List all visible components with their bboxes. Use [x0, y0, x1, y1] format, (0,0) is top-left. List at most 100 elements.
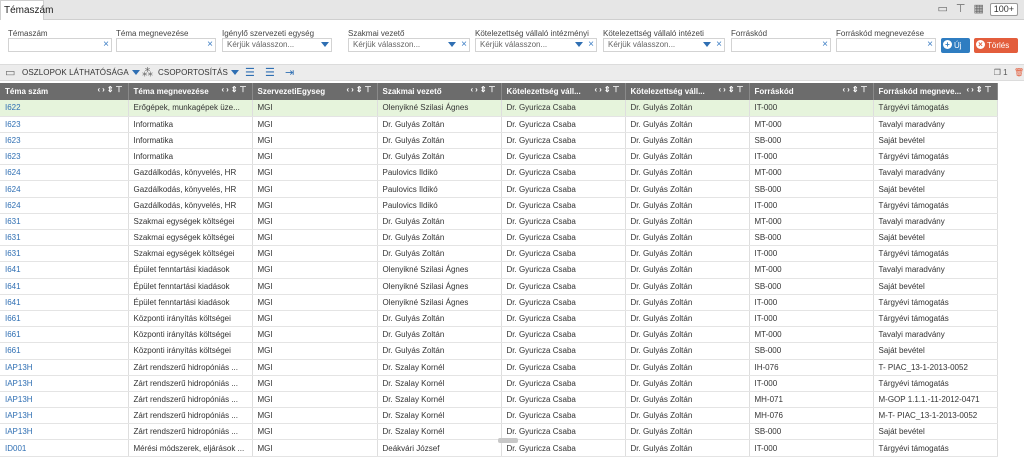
- list-icon[interactable]: ☰: [265, 66, 275, 80]
- table-row[interactable]: I631 Szakmai egységek költségei MGI Dr. Gul…: [0, 245, 998, 263]
- table-icon[interactable]: ▦: [972, 3, 986, 16]
- row-link[interactable]: ID001: [0, 439, 129, 457]
- table-row[interactable]: I641 Épület fenntartási kiadások MGI Olenyi…: [0, 294, 998, 311]
- filter-input[interactable]: ×: [836, 38, 936, 52]
- table-row[interactable]: I661 Központi irányítás költségei MGI Dr. G…: [0, 310, 998, 328]
- column-visibility-button[interactable]: OSZLOPOK LÁTHATÓSÁGA: [22, 67, 140, 79]
- clear-icon[interactable]: ×: [588, 39, 594, 51]
- row-link[interactable]: I641: [0, 261, 129, 279]
- column-header[interactable]: Kötelezettség váll... ‹›⇕⊤: [501, 83, 626, 100]
- sort-filter-icon[interactable]: ‹›⇕⊤: [595, 85, 622, 94]
- chevron-down-icon[interactable]: [575, 42, 583, 47]
- vertical-scroll-area[interactable]: [1000, 100, 1022, 443]
- row-link[interactable]: IAP13H: [0, 359, 129, 376]
- list-ordered-icon[interactable]: ☰: [245, 66, 255, 80]
- row-link[interactable]: I631: [0, 229, 129, 247]
- column-header[interactable]: Téma megnevezése ‹›⇕⊤: [128, 83, 253, 100]
- table-row[interactable]: I622 Erőgépek, munkagépek üze... MGI Olenyi…: [0, 100, 998, 117]
- column-header[interactable]: Szakmai vezető ‹›⇕⊤: [377, 83, 502, 100]
- table-row[interactable]: IAP13H Zárt rendszerű hidropóniás ... MGI D…: [0, 359, 998, 376]
- clear-icon[interactable]: ×: [461, 39, 467, 51]
- chevron-down-icon[interactable]: [321, 42, 329, 47]
- table-cell: Dr. Gyuricza Csaba: [501, 294, 626, 311]
- clear-icon[interactable]: ×: [716, 39, 722, 51]
- row-link[interactable]: I624: [0, 180, 129, 198]
- sort-filter-icon[interactable]: ‹›⇕⊤: [843, 85, 870, 94]
- table-row[interactable]: I641 Épület fenntartási kiadások MGI Olenyi…: [0, 261, 998, 279]
- row-link[interactable]: I624: [0, 197, 129, 214]
- row-link[interactable]: I661: [0, 326, 129, 344]
- delete-button[interactable]: × Törlés: [974, 38, 1018, 53]
- row-link[interactable]: I623: [0, 116, 129, 133]
- table-row[interactable]: I661 Központi irányítás költségei MGI Dr. G…: [0, 326, 998, 344]
- table-cell: MT-000: [749, 213, 874, 231]
- table-row[interactable]: I631 Szakmai egységek költségei MGI Dr. Gul…: [0, 213, 998, 231]
- grouping-button[interactable]: CSOPORTOSÍTÁS: [158, 67, 239, 79]
- row-link[interactable]: I631: [0, 213, 129, 231]
- row-link[interactable]: IAP13H: [0, 391, 129, 409]
- trash-icon[interactable]: 🗑: [1014, 68, 1024, 77]
- row-link[interactable]: I661: [0, 310, 129, 328]
- column-header-label: Kötelezettség váll...: [506, 87, 581, 96]
- table-row[interactable]: IAP13H Zárt rendszerű hidropóniás ... MGI D…: [0, 391, 998, 409]
- table-row[interactable]: I624 Gazdálkodás, könyvelés, HR MGI Paulovi…: [0, 180, 998, 198]
- table-row[interactable]: I641 Épület fenntartási kiadások MGI Olenyi…: [0, 278, 998, 295]
- row-link[interactable]: I623: [0, 132, 129, 150]
- window-icon[interactable]: ▭: [936, 3, 950, 16]
- clear-icon[interactable]: ×: [927, 39, 933, 51]
- clear-icon[interactable]: ×: [822, 39, 828, 51]
- table-row[interactable]: I623 Informatika MGI Dr. Gulyás Zoltán Dr. G…: [0, 132, 998, 150]
- row-link[interactable]: I661: [0, 342, 129, 360]
- clear-icon[interactable]: ×: [103, 39, 109, 51]
- table-cell: Központi irányítás költségei: [128, 326, 253, 344]
- table-row[interactable]: I661 Központi irányítás költségei MGI Dr. G…: [0, 342, 998, 360]
- filter-input[interactable]: ×: [8, 38, 112, 52]
- table-cell: IT-000: [749, 294, 874, 311]
- copy-icon[interactable]: ❐: [994, 68, 1001, 77]
- filter-select[interactable]: Kérjük válasszon...: [222, 38, 332, 52]
- clear-icon[interactable]: ×: [207, 39, 213, 51]
- column-header[interactable]: Forráskód ‹›⇕⊤: [749, 83, 874, 100]
- filter-input[interactable]: ×: [116, 38, 216, 52]
- table-row[interactable]: I624 Gazdálkodás, könyvelés, HR MGI Paulovi…: [0, 164, 998, 182]
- sort-filter-icon[interactable]: ‹›⇕⊤: [967, 85, 994, 94]
- sort-filter-icon[interactable]: ‹›⇕⊤: [471, 85, 498, 94]
- table-cell: Tavalyi maradvány: [873, 116, 998, 133]
- tab-temaszam[interactable]: Témaszám: [0, 0, 53, 20]
- new-button[interactable]: + Új: [941, 38, 970, 53]
- sort-filter-icon[interactable]: ‹›⇕⊤: [98, 85, 125, 94]
- row-link[interactable]: IAP13H: [0, 375, 129, 392]
- filter-select[interactable]: Kérjük válasszon... ×: [475, 38, 597, 52]
- table-row[interactable]: IAP13H Zárt rendszerű hidropóniás ... MGI D…: [0, 407, 998, 425]
- row-link[interactable]: I641: [0, 278, 129, 295]
- row-link[interactable]: I641: [0, 294, 129, 311]
- sort-filter-icon[interactable]: ‹›⇕⊤: [719, 85, 746, 94]
- filter-input[interactable]: ×: [731, 38, 831, 52]
- page-size-badge[interactable]: 100+: [989, 3, 1018, 16]
- expand-columns-icon[interactable]: ⇥: [285, 66, 294, 80]
- sort-filter-icon[interactable]: ‹›⇕⊤: [347, 85, 374, 94]
- table-row[interactable]: I623 Informatika MGI Dr. Gulyás Zoltán Dr. G…: [0, 148, 998, 166]
- horizontal-scrollbar[interactable]: [498, 438, 518, 443]
- filter-select[interactable]: Kérjük válasszon... ×: [603, 38, 725, 52]
- column-header[interactable]: Kötelezettség váll... ‹›⇕⊤: [625, 83, 750, 100]
- sort-filter-icon[interactable]: ‹›⇕⊤: [222, 85, 249, 94]
- row-link[interactable]: I631: [0, 245, 129, 263]
- table-row[interactable]: I623 Informatika MGI Dr. Gulyás Zoltán Dr. G…: [0, 116, 998, 133]
- table-row[interactable]: I631 Szakmai egységek költségei MGI Dr. Gul…: [0, 229, 998, 247]
- table-row[interactable]: I624 Gazdálkodás, könyvelés, HR MGI Paulovi…: [0, 197, 998, 214]
- row-link[interactable]: I622: [0, 100, 129, 117]
- chevron-down-icon[interactable]: [703, 42, 711, 47]
- row-link[interactable]: I624: [0, 164, 129, 182]
- table-cell: Dr. Gulyás Zoltán: [625, 439, 750, 457]
- column-header[interactable]: Forráskód megneve... ‹›⇕⊤: [873, 83, 998, 100]
- column-header[interactable]: Téma szám ‹›⇕⊤: [0, 83, 129, 100]
- column-header[interactable]: SzervezetiEgyseg ‹›⇕⊤: [252, 83, 378, 100]
- filter-select[interactable]: Kérjük válasszon... ×: [348, 38, 470, 52]
- row-link[interactable]: I623: [0, 148, 129, 166]
- row-link[interactable]: IAP13H: [0, 423, 129, 441]
- chevron-down-icon[interactable]: [448, 42, 456, 47]
- row-link[interactable]: IAP13H: [0, 407, 129, 425]
- filter-icon[interactable]: ⊤: [954, 3, 968, 16]
- table-row[interactable]: IAP13H Zárt rendszerű hidropóniás ... MGI D…: [0, 375, 998, 392]
